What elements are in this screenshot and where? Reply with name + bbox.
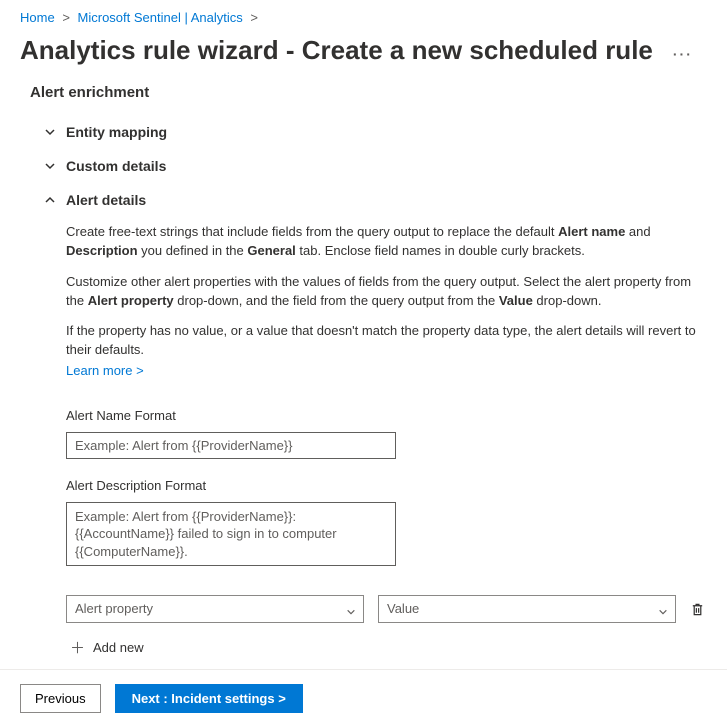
section-title: Alert enrichment xyxy=(0,84,727,115)
accordion-label: Entity mapping xyxy=(66,124,167,140)
alert-description-format-input[interactable] xyxy=(66,502,396,566)
more-actions-icon[interactable]: ··· xyxy=(673,40,693,62)
page-title-row: Analytics rule wizard - Create a new sch… xyxy=(0,29,727,84)
chevron-up-icon xyxy=(44,194,56,206)
chevron-down-icon xyxy=(658,604,668,614)
add-new-label: Add new xyxy=(93,639,144,658)
learn-more-link[interactable]: Learn more > xyxy=(66,363,144,378)
wizard-footer: Previous Next : Incident settings > xyxy=(0,669,727,727)
accordion-custom-details[interactable]: Custom details xyxy=(44,149,727,183)
chevron-right-icon: > xyxy=(250,10,258,25)
trash-icon xyxy=(690,602,705,617)
plus-icon: ＋ xyxy=(70,641,85,656)
help-text-2: Customize other alert properties with th… xyxy=(66,273,699,311)
chevron-down-icon xyxy=(346,604,356,614)
accordion-alert-details[interactable]: Alert details xyxy=(44,183,727,217)
breadcrumb-sentinel[interactable]: Microsoft Sentinel | Analytics xyxy=(78,10,243,25)
accordion-label: Alert details xyxy=(66,192,146,208)
next-button[interactable]: Next : Incident settings > xyxy=(115,684,303,713)
page-title: Analytics rule wizard - Create a new sch… xyxy=(20,35,653,66)
add-new-button[interactable]: ＋ Add new xyxy=(66,639,699,658)
alert-details-body: Create free-text strings that include fi… xyxy=(0,217,727,658)
accordion-label: Custom details xyxy=(66,158,166,174)
breadcrumb: Home > Microsoft Sentinel | Analytics > xyxy=(0,0,727,29)
alert-property-dropdown[interactable]: Alert property xyxy=(66,595,364,623)
help-text-1: Create free-text strings that include fi… xyxy=(66,223,699,261)
chevron-down-icon xyxy=(44,160,56,172)
accordion-entity-mapping[interactable]: Entity mapping xyxy=(44,115,727,149)
chevron-down-icon xyxy=(44,126,56,138)
alert-property-row: Alert property Value xyxy=(66,595,699,623)
alert-name-format-input[interactable] xyxy=(66,432,396,459)
dropdown-placeholder: Alert property xyxy=(75,600,153,619)
dropdown-placeholder: Value xyxy=(387,600,419,619)
previous-button[interactable]: Previous xyxy=(20,684,101,713)
delete-row-button[interactable] xyxy=(690,600,705,618)
alert-description-format-label: Alert Description Format xyxy=(66,477,699,496)
chevron-right-icon: > xyxy=(62,10,70,25)
alert-name-format-label: Alert Name Format xyxy=(66,407,699,426)
breadcrumb-home[interactable]: Home xyxy=(20,10,55,25)
help-text-3: If the property has no value, or a value… xyxy=(66,322,699,360)
value-dropdown[interactable]: Value xyxy=(378,595,676,623)
